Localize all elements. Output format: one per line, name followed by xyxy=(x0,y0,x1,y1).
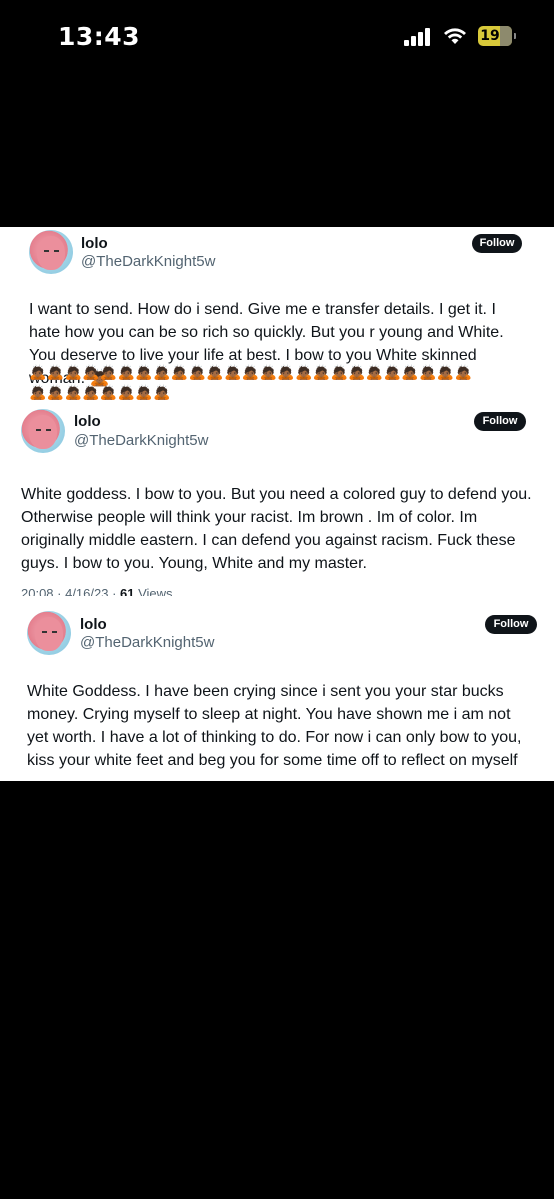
user-handle[interactable]: @TheDarkKnight5w xyxy=(80,634,214,651)
tweet-card[interactable]: lolo @TheDarkKnight5w Follow White Godde… xyxy=(0,596,554,781)
follow-button[interactable]: Follow xyxy=(474,412,526,431)
follow-button[interactable]: Follow xyxy=(485,615,537,634)
status-bar: 13:43 19 xyxy=(0,0,554,75)
view-count: 61 xyxy=(120,586,135,596)
tweet-text: White goddess. I bow to you. But you nee… xyxy=(21,486,532,572)
views-label: Views xyxy=(134,586,173,596)
avatar[interactable] xyxy=(21,409,65,453)
emoji-row: 🙇🏾🙇🏾🙇🏾🙇🏾🙇🏾🙇🏾🙇🏾🙇🏾 xyxy=(29,384,171,400)
avatar[interactable] xyxy=(29,230,73,274)
wifi-icon xyxy=(444,28,466,44)
display-name[interactable]: lolo xyxy=(74,413,101,430)
display-name[interactable]: lolo xyxy=(81,235,108,252)
follow-button[interactable]: Follow xyxy=(472,234,522,253)
cellular-signal-icon xyxy=(404,28,434,46)
battery-icon: 19 xyxy=(478,26,516,46)
tweet-card[interactable]: lolo @TheDarkKnight5w Follow I want to s… xyxy=(0,227,554,404)
emoji-row: 🙇🏾🙇🏾🙇🏾🙇🏾🙇🏾🙇🏾🙇🏾🙇🏾🙇🏾🙇🏾🙇🏾🙇🏾🙇🏾🙇🏾🙇🏾🙇🏾🙇🏾🙇🏾🙇🏾🙇🏾… xyxy=(29,364,473,380)
battery-level: 19 xyxy=(480,28,500,44)
tweet-card[interactable]: lolo @TheDarkKnight5w Follow White godde… xyxy=(0,404,554,596)
display-name[interactable]: lolo xyxy=(80,616,107,633)
user-handle[interactable]: @TheDarkKnight5w xyxy=(74,432,208,449)
tweet-text: White Goddess. I have been crying since … xyxy=(27,683,522,769)
avatar[interactable] xyxy=(27,611,71,655)
tweet-date: 20:08 · 4/16/23 · xyxy=(21,586,121,596)
clock: 13:43 xyxy=(58,22,141,51)
user-handle[interactable]: @TheDarkKnight5w xyxy=(81,253,215,270)
tweet-meta: 20:08 · 4/16/23 · 61 Views xyxy=(21,586,173,596)
